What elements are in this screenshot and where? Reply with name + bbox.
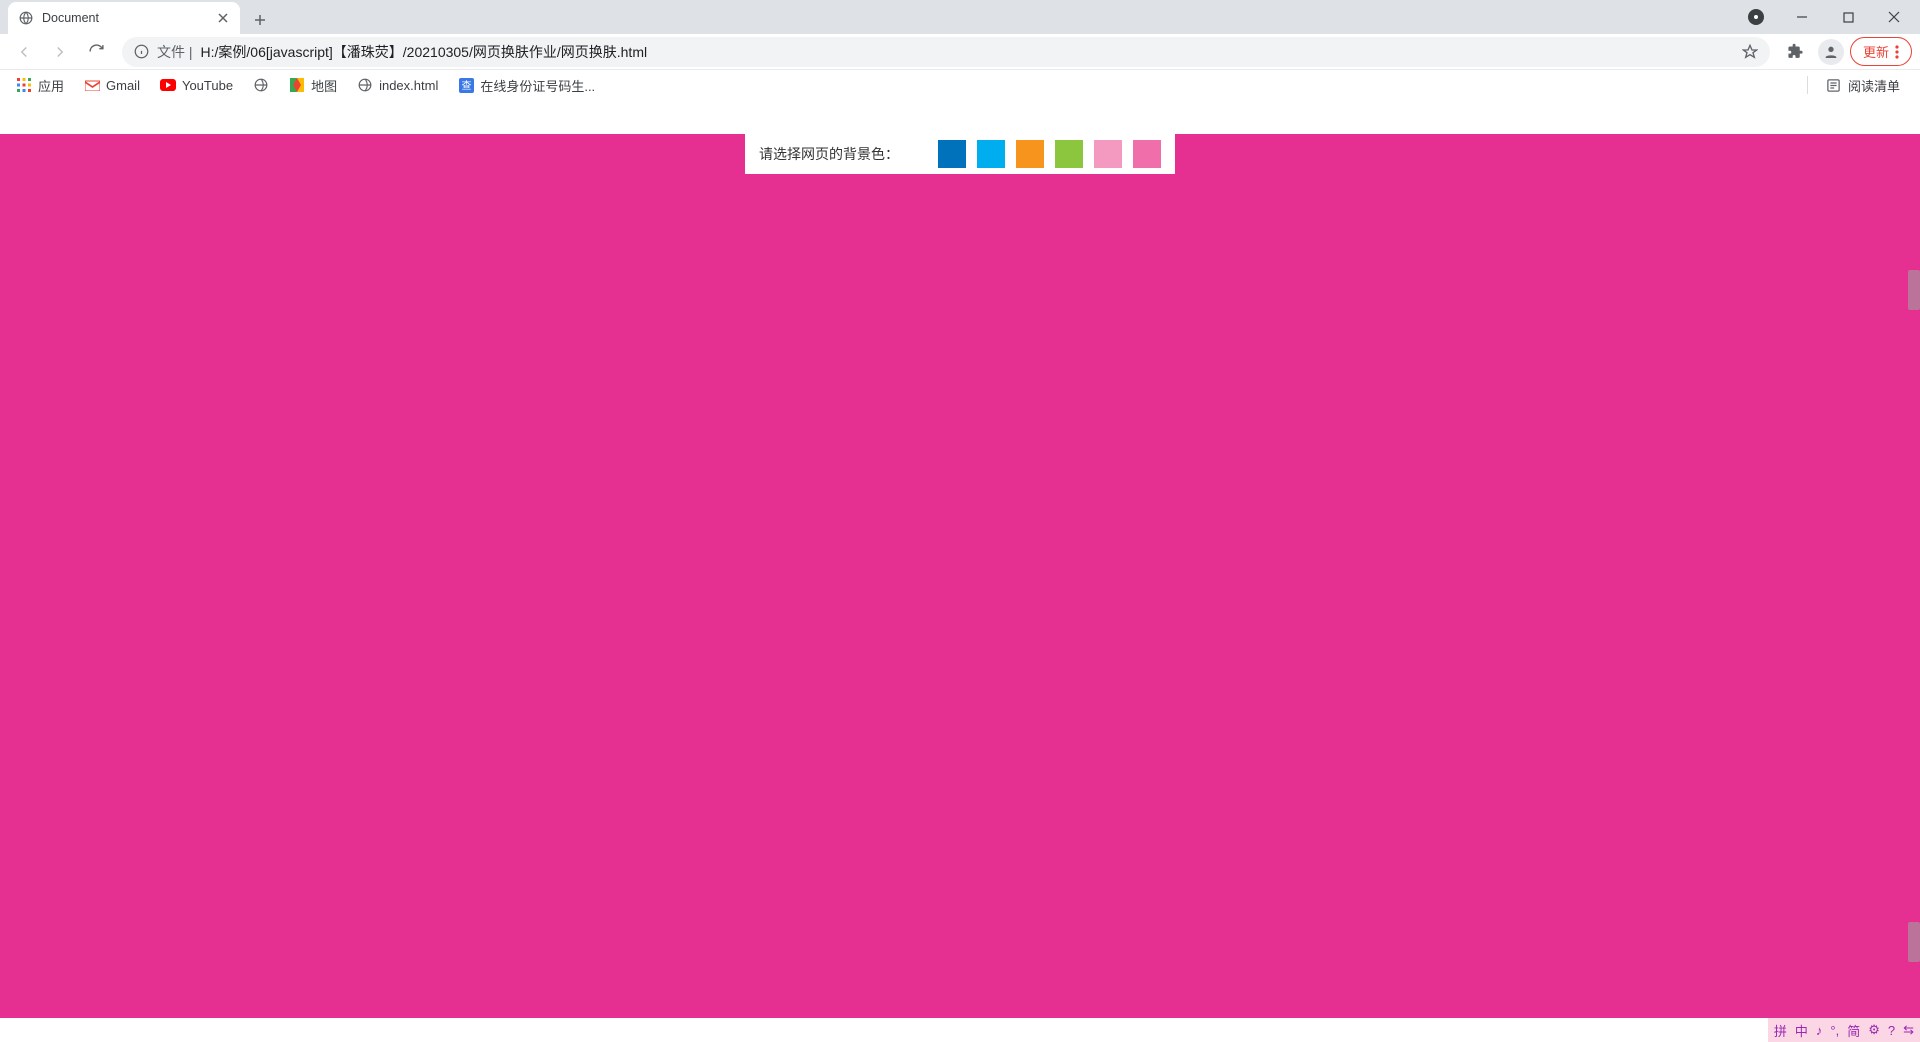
bookmark-maps[interactable]: 地图	[281, 72, 345, 99]
swatch-blue[interactable]	[938, 140, 966, 168]
reading-list-icon	[1826, 77, 1842, 93]
update-button[interactable]: 更新	[1850, 37, 1912, 66]
picker-label: 请选择网页的背景色：	[759, 144, 899, 164]
toolbar: 文件 | H:/案例/06[javascript]【潘珠荧】/20210305/…	[0, 34, 1920, 70]
globe-icon	[253, 77, 269, 93]
globe-icon	[357, 77, 373, 93]
url-text: H:/案例/06[javascript]【潘珠荧】/20210305/网页换肤作…	[201, 42, 1734, 62]
scrollbar-thumb[interactable]	[1908, 270, 1920, 310]
ime-item[interactable]: ⚙	[1868, 1022, 1880, 1038]
globe-icon	[18, 10, 34, 26]
bookmark-idgen[interactable]: 查 在线身份证号码生...	[450, 72, 603, 99]
page-body: 请选择网页的背景色：	[0, 134, 1920, 1018]
gmail-icon	[84, 77, 100, 93]
ime-item[interactable]: 简	[1847, 1021, 1860, 1040]
bookmark-label: 地图	[311, 76, 337, 95]
browser-tab[interactable]: Document	[8, 2, 240, 34]
browser-chrome: Document	[0, 0, 1920, 100]
account-indicator-icon[interactable]	[1734, 2, 1778, 32]
url-scheme: 文件 |	[157, 42, 193, 62]
extensions-icon[interactable]	[1780, 36, 1812, 68]
ime-toolbar[interactable]: 拼中 ♪ °, 简 ⚙? ⇆	[1768, 1018, 1920, 1042]
bookmark-label: 在线身份证号码生...	[480, 76, 595, 95]
profile-avatar-icon[interactable]	[1818, 39, 1844, 65]
swatch-orange[interactable]	[1016, 140, 1044, 168]
close-tab-icon[interactable]	[216, 11, 230, 25]
reload-button[interactable]	[80, 36, 112, 68]
swatch-row	[938, 140, 1161, 168]
address-bar[interactable]: 文件 | H:/案例/06[javascript]【潘珠荧】/20210305/…	[122, 37, 1770, 67]
bookmarks-bar: 应用 Gmail YouTube	[0, 70, 1920, 100]
info-icon[interactable]	[134, 44, 149, 59]
forward-button[interactable]	[44, 36, 76, 68]
reading-list-button[interactable]: 阅读清单	[1818, 72, 1908, 99]
youtube-icon	[160, 77, 176, 93]
tab-title: Document	[42, 11, 208, 25]
reading-list-label: 阅读清单	[1848, 76, 1900, 95]
bookmark-label: YouTube	[182, 78, 233, 93]
window-controls	[1734, 0, 1916, 34]
swatch-light-pink[interactable]	[1094, 140, 1122, 168]
toolbar-right: 更新	[1780, 36, 1912, 68]
viewport: 请选择网页的背景色：	[0, 100, 1920, 1018]
ime-item[interactable]: 中	[1795, 1021, 1808, 1040]
new-tab-button[interactable]	[246, 6, 274, 34]
swatch-cyan[interactable]	[977, 140, 1005, 168]
ime-item[interactable]: ♪	[1816, 1023, 1823, 1038]
bookmark-label: index.html	[379, 78, 438, 93]
svg-text:查: 查	[461, 79, 471, 92]
ime-item[interactable]: °,	[1830, 1023, 1839, 1038]
bookmark-label: Gmail	[106, 78, 140, 93]
bookmark-globe[interactable]	[245, 73, 277, 97]
update-label: 更新	[1863, 42, 1889, 61]
back-button[interactable]	[8, 36, 40, 68]
swatch-pink[interactable]	[1133, 140, 1161, 168]
divider	[1807, 76, 1808, 94]
maps-icon	[289, 77, 305, 93]
tab-strip: Document	[0, 0, 1920, 34]
ime-item[interactable]: 拼	[1774, 1021, 1787, 1040]
apps-label: 应用	[38, 76, 64, 95]
swatch-green[interactable]	[1055, 140, 1083, 168]
bookmark-gmail[interactable]: Gmail	[76, 73, 148, 97]
minimize-button[interactable]	[1780, 2, 1824, 32]
cha-icon: 查	[458, 77, 474, 93]
scrollbar-thumb[interactable]	[1908, 922, 1920, 962]
bookmark-index[interactable]: index.html	[349, 73, 446, 97]
ime-item[interactable]: ⇆	[1903, 1022, 1914, 1038]
maximize-button[interactable]	[1826, 2, 1870, 32]
color-picker-panel: 请选择网页的背景色：	[745, 134, 1175, 174]
apps-grid-icon	[16, 77, 32, 93]
apps-shortcut[interactable]: 应用	[8, 72, 72, 99]
star-icon[interactable]	[1742, 44, 1758, 60]
close-window-button[interactable]	[1872, 2, 1916, 32]
bookmark-youtube[interactable]: YouTube	[152, 73, 241, 97]
ime-item[interactable]: ?	[1888, 1023, 1895, 1038]
